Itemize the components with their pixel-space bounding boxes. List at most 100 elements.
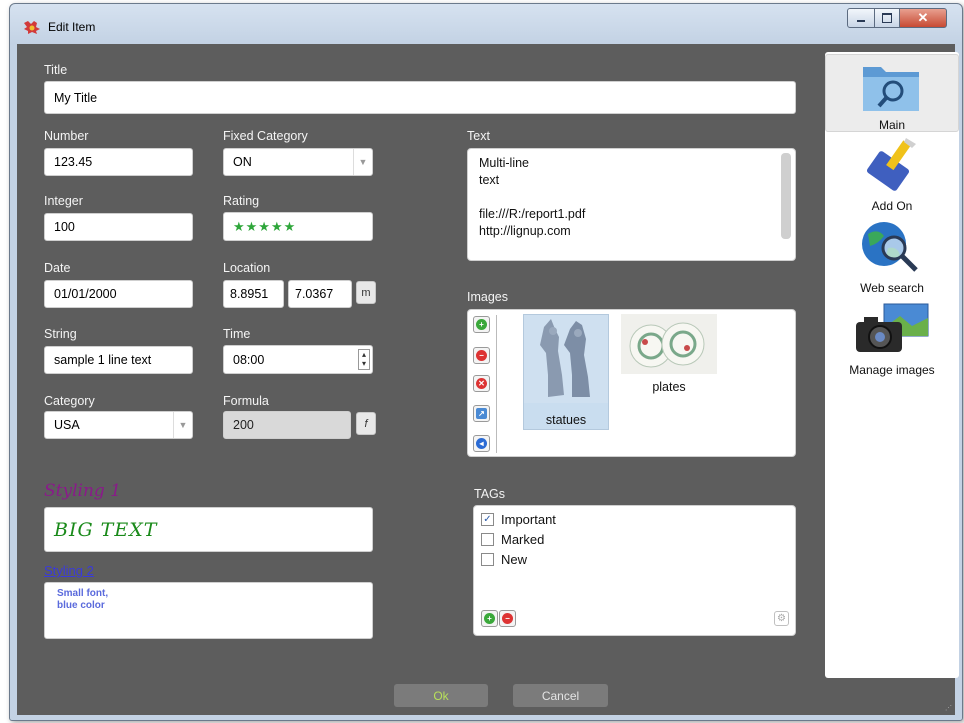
time-spinner[interactable]: ▴ ▾ (358, 349, 370, 370)
remove-tag-button[interactable]: − (499, 610, 516, 627)
time-value: 08:00 (233, 352, 265, 367)
edit-image-button[interactable]: ↗ (473, 405, 490, 422)
number-label: Number (44, 129, 89, 143)
images-label: Images (467, 290, 508, 304)
checkbox-icon[interactable] (481, 533, 494, 546)
tag-item[interactable]: Marked (481, 532, 544, 547)
date-input[interactable]: 01/01/2000 (44, 280, 193, 308)
add-image-button[interactable]: + (473, 316, 490, 333)
nav-label: Main (878, 118, 905, 132)
spin-up-icon[interactable]: ▴ (359, 350, 369, 359)
text-label: Text (467, 129, 490, 143)
big-text-input[interactable]: BIG TEXT (44, 507, 373, 552)
plus-icon: + (476, 319, 487, 330)
chevron-down-icon: ▼ (353, 149, 372, 175)
close-button[interactable]: ✕ (899, 8, 947, 28)
formula-button[interactable]: f (356, 412, 376, 435)
close-icon: ✕ (917, 10, 929, 25)
nav-item-main[interactable]: Main (825, 54, 959, 132)
text-line: text (479, 173, 500, 187)
delete-image-button[interactable]: ✕ (473, 375, 490, 392)
navigate-image-button[interactable]: ◂ (473, 435, 490, 452)
tag-label: Important (501, 512, 556, 527)
window-title: Edit Item (48, 20, 96, 34)
latitude-input[interactable]: 8.8951 (223, 280, 284, 308)
folder-search-icon (863, 67, 919, 111)
app-icon (24, 21, 40, 34)
minus-icon: − (502, 613, 513, 624)
category-label: Category (44, 394, 95, 408)
nav-item-manage-images[interactable]: Manage images (825, 300, 959, 378)
text-line: Multi-line (479, 156, 530, 170)
styling2-link[interactable]: Styling 2 (44, 563, 94, 578)
spin-down-icon[interactable]: ▾ (359, 359, 369, 368)
big-text-value: BIG TEXT (54, 518, 158, 541)
tag-item[interactable]: New (481, 552, 527, 567)
integer-label: Integer (44, 194, 83, 208)
checkbox-checked-icon[interactable]: ✓ (481, 513, 494, 526)
chevron-down-icon: ▼ (173, 412, 192, 438)
number-input[interactable]: 123.45 (44, 148, 193, 176)
arrow-left-icon: ◂ (476, 438, 487, 449)
globe-search-icon (862, 222, 918, 272)
nav-label: Manage images (849, 363, 935, 377)
fixed-category-label: Fixed Category (223, 129, 308, 143)
edit-icon: ↗ (476, 408, 487, 419)
plates-image (621, 314, 717, 374)
time-label: Time (223, 327, 251, 341)
checkbox-icon[interactable] (481, 553, 494, 566)
gear-icon: ⚙ (777, 613, 786, 624)
text-line: file:///R:/report1.pdf (479, 207, 586, 221)
time-input[interactable]: 08:00 ▴ ▾ (223, 345, 373, 374)
text-area[interactable]: Multi-line text file:///R:/report1.pdf h… (467, 148, 796, 261)
integer-input[interactable]: 100 (44, 213, 193, 241)
fixed-category-value: ON (233, 155, 252, 169)
delete-icon: ✕ (476, 378, 487, 389)
small-text-input[interactable]: Small font, blue color (44, 582, 373, 639)
category-select[interactable]: USA ▼ (44, 411, 193, 439)
plus-icon: + (484, 613, 495, 624)
rating-stars[interactable]: ★★★★★ (223, 212, 373, 241)
text-line: http://lignup.com (479, 224, 571, 238)
ok-button[interactable]: Ok (394, 684, 488, 707)
text-line (479, 189, 585, 206)
images-panel: + − ✕ ↗ ◂ statues plates (467, 309, 796, 457)
scrollbar[interactable] (781, 153, 791, 239)
add-tag-button[interactable]: + (481, 610, 498, 627)
string-input[interactable]: sample 1 line text (44, 346, 193, 374)
minimize-button[interactable] (847, 8, 875, 28)
statues-image (524, 315, 608, 403)
nav-item-web-search[interactable]: Web search (825, 218, 959, 296)
remove-image-button[interactable]: − (473, 347, 490, 364)
tag-settings-button[interactable]: ⚙ (774, 611, 789, 626)
star-icon: ★★★★★ (233, 218, 297, 234)
longitude-input[interactable]: 7.0367 (288, 280, 352, 308)
nav-item-add-on[interactable]: Add On (825, 136, 959, 214)
toolbar-divider (496, 315, 497, 453)
title-bar[interactable]: Edit Item ✕ (10, 4, 962, 44)
image-thumb-statues[interactable]: statues (523, 314, 609, 430)
small-text-line: blue color (57, 600, 105, 611)
image-caption: statues (545, 413, 587, 427)
category-value: USA (54, 418, 80, 432)
nav-label: Web search (860, 281, 924, 295)
map-button[interactable]: m (356, 281, 376, 304)
nav-label: Add On (871, 199, 913, 213)
fixed-category-select[interactable]: ON ▼ (223, 148, 373, 176)
tag-label: Marked (501, 532, 545, 547)
date-label: Date (44, 261, 71, 275)
image-thumb-plates[interactable]: plates (621, 314, 717, 404)
title-input[interactable]: My Title (44, 81, 796, 114)
brush-icon (866, 138, 916, 191)
resize-grip-icon[interactable]: ⋰ (945, 705, 953, 713)
title-label: Title (44, 63, 68, 77)
camera-icon (856, 303, 929, 352)
formula-input: 200 (223, 411, 351, 439)
styling1-label: Styling 1 (44, 481, 122, 501)
location-label: Location (223, 261, 271, 275)
tag-item[interactable]: ✓ Important (481, 512, 556, 527)
cancel-button[interactable]: Cancel (513, 684, 608, 707)
image-caption: plates (652, 380, 686, 394)
maximize-button[interactable] (874, 8, 900, 28)
maximize-icon (882, 13, 892, 23)
